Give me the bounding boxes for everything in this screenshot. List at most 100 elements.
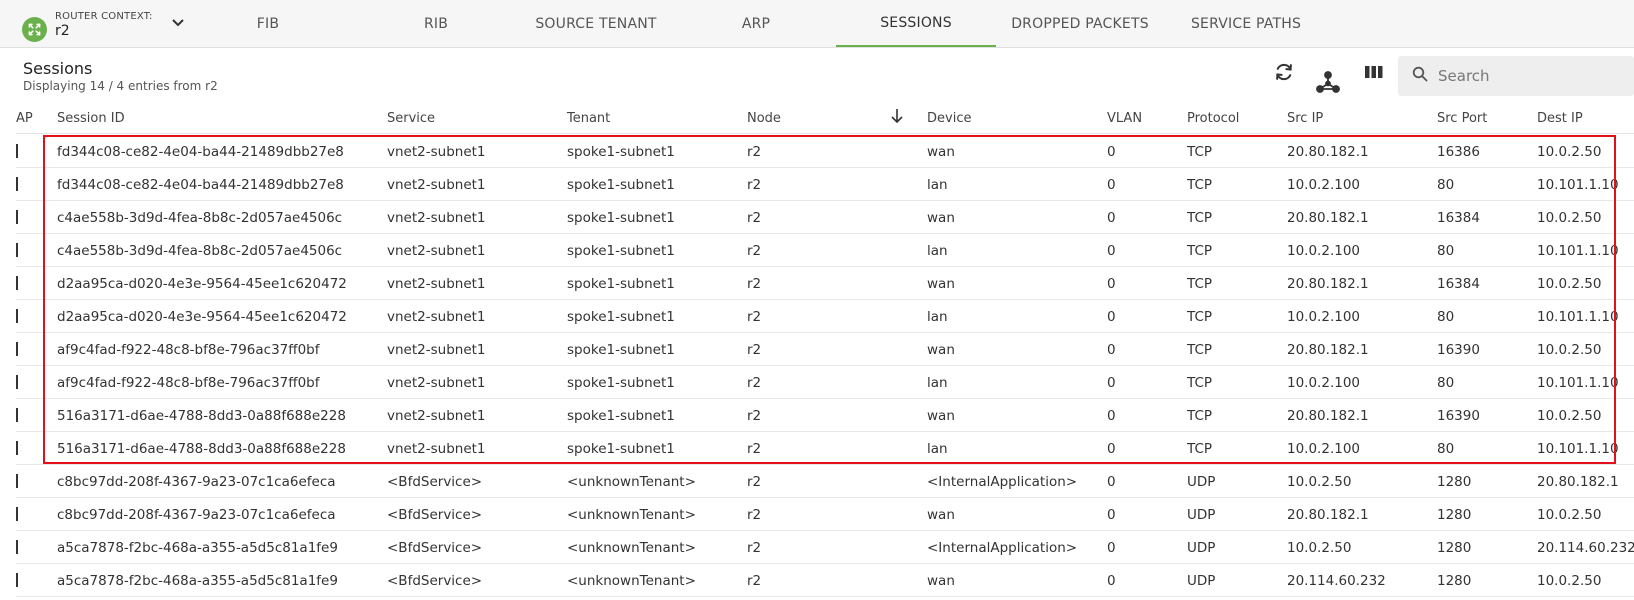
table-row[interactable]: d2aa95ca-d020-4e3e-9564-45ee1c620472 vnet…	[16, 267, 1634, 300]
table-row[interactable]: af9c4fad-f922-48c8-bf8e-796ac37ff0bf vnet…	[16, 366, 1634, 399]
cell-src-port: 1280	[1437, 573, 1472, 589]
table-row[interactable]: a5ca7878-f2bc-468a-a355-a5d5c81a1fe9 <Bfd…	[16, 564, 1634, 597]
cell-tenant: spoke1-subnet1	[567, 408, 675, 424]
cell-node: r2	[747, 210, 762, 226]
cell-session-id: a5ca7878-f2bc-468a-a355-a5d5c81a1fe9	[57, 573, 338, 589]
cell-vlan: 0	[1107, 309, 1116, 325]
cell-dest-ip: 10.101.1.10	[1537, 375, 1619, 391]
table-row[interactable]: fd344c08-ce82-4e04-ba44-21489dbb27e8 vnet…	[16, 168, 1634, 201]
cell-session-id: af9c4fad-f922-48c8-bf8e-796ac37ff0bf	[57, 375, 320, 391]
tab-rib[interactable]: RIB	[380, 0, 492, 47]
router-context-selector[interactable]: ROUTER CONTEXT: r2	[22, 6, 185, 44]
cell-src-ip: 10.0.2.50	[1287, 474, 1352, 490]
column-header-vlan[interactable]: VLAN	[1107, 111, 1142, 126]
cell-service: vnet2-subnet1	[387, 276, 486, 292]
cell-device: <InternalApplication>	[927, 474, 1078, 490]
column-header-dest-ip[interactable]: Dest IP	[1537, 111, 1583, 126]
cell-protocol: TCP	[1187, 408, 1213, 424]
cell-src-port: 16386	[1437, 144, 1480, 160]
page-title: Sessions	[23, 59, 93, 78]
columns-button[interactable]	[1360, 60, 1388, 88]
cell-tenant: spoke1-subnet1	[567, 177, 675, 193]
cell-device: wan	[927, 144, 955, 160]
refresh-button[interactable]	[1270, 60, 1298, 88]
cell-node: r2	[747, 441, 762, 457]
cell-device: lan	[927, 243, 948, 259]
cell-service: vnet2-subnet1	[387, 408, 486, 424]
cell-vlan: 0	[1107, 441, 1116, 457]
table-row[interactable]: c4ae558b-3d9d-4fea-8b8c-2d057ae4506c vnet…	[16, 201, 1634, 234]
table-row[interactable]: c8bc97dd-208f-4367-9a23-07c1ca6efeca <Bfd…	[16, 498, 1634, 531]
cell-dest-ip: 20.80.182.1	[1537, 474, 1619, 490]
cell-dest-ip: 10.101.1.10	[1537, 177, 1619, 193]
topology-button[interactable]	[1314, 70, 1342, 98]
cell-dest-ip: 10.0.2.50	[1537, 342, 1602, 358]
cell-protocol: UDP	[1187, 507, 1216, 523]
cell-src-port: 1280	[1437, 507, 1472, 523]
column-header-service[interactable]: Service	[387, 111, 435, 126]
tab-sessions[interactable]: SESSIONS	[836, 0, 996, 47]
cell-tenant: spoke1-subnet1	[567, 441, 675, 457]
cell-device: lan	[927, 441, 948, 457]
cell-protocol: TCP	[1187, 276, 1213, 292]
tab-fib[interactable]: FIB	[218, 0, 318, 47]
cell-device: wan	[927, 573, 955, 589]
column-header-node[interactable]: Node	[747, 111, 781, 126]
table-row[interactable]: d2aa95ca-d020-4e3e-9564-45ee1c620472 vnet…	[16, 300, 1634, 333]
cell-tenant: <unknownTenant>	[567, 540, 696, 556]
cell-node: r2	[747, 177, 762, 193]
cell-vlan: 0	[1107, 144, 1116, 160]
table-row[interactable]: 516a3171-d6ae-4788-8dd3-0a88f688e228 vnet…	[16, 432, 1634, 465]
cell-vlan: 0	[1107, 276, 1116, 292]
cell-protocol: TCP	[1187, 177, 1213, 193]
tab-source-tenant[interactable]: SOURCE TENANT	[520, 0, 672, 47]
cell-protocol: TCP	[1187, 441, 1213, 457]
cell-session-id: fd344c08-ce82-4e04-ba44-21489dbb27e8	[57, 177, 344, 193]
column-header-partial[interactable]: AP	[16, 111, 33, 126]
cell-service: vnet2-subnet1	[387, 177, 486, 193]
chevron-down-icon[interactable]	[171, 13, 185, 32]
cell-dest-ip: 10.0.2.50	[1537, 144, 1602, 160]
cell-node: r2	[747, 573, 762, 589]
column-header-src-ip[interactable]: Src IP	[1287, 111, 1323, 126]
cell-vlan: 0	[1107, 540, 1116, 556]
table-row[interactable]: fd344c08-ce82-4e04-ba44-21489dbb27e8 vnet…	[16, 135, 1634, 168]
cell-service: vnet2-subnet1	[387, 309, 486, 325]
table-row[interactable]: 516a3171-d6ae-4788-8dd3-0a88f688e228 vnet…	[16, 399, 1634, 432]
tab-dropped-packets[interactable]: DROPPED PACKETS	[1000, 0, 1160, 47]
column-header-tenant[interactable]: Tenant	[567, 111, 610, 126]
cell-session-id: a5ca7878-f2bc-468a-a355-a5d5c81a1fe9	[57, 540, 338, 556]
cell-dest-ip: 10.101.1.10	[1537, 309, 1619, 325]
search-icon	[1412, 66, 1428, 86]
cell-dest-ip: 10.0.2.50	[1537, 210, 1602, 226]
table-row[interactable]: a5ca7878-f2bc-468a-a355-a5d5c81a1fe9 <Bfd…	[16, 531, 1634, 564]
table-row[interactable]: c4ae558b-3d9d-4fea-8b8c-2d057ae4506c vnet…	[16, 234, 1634, 267]
sort-down-icon[interactable]	[890, 108, 904, 128]
cell-vlan: 0	[1107, 408, 1116, 424]
column-header-device[interactable]: Device	[927, 111, 971, 126]
cell-protocol: UDP	[1187, 474, 1216, 490]
column-header-src-port[interactable]: Src Port	[1437, 111, 1487, 126]
cell-src-port: 80	[1437, 177, 1455, 193]
table-row[interactable]: c8bc97dd-208f-4367-9a23-07c1ca6efeca <Bfd…	[16, 465, 1634, 498]
cell-src-port: 16384	[1437, 276, 1480, 292]
cell-protocol: TCP	[1187, 243, 1213, 259]
tab-arp[interactable]: ARP	[700, 0, 812, 47]
cell-session-id: 516a3171-d6ae-4788-8dd3-0a88f688e228	[57, 441, 346, 457]
table-row[interactable]: af9c4fad-f922-48c8-bf8e-796ac37ff0bf vnet…	[16, 333, 1634, 366]
cell-device: wan	[927, 276, 955, 292]
tab-service-paths[interactable]: SERVICE PATHS	[1178, 0, 1314, 47]
search-input[interactable]	[1438, 67, 1618, 85]
cell-src-ip: 10.0.2.50	[1287, 540, 1352, 556]
cell-session-id: af9c4fad-f922-48c8-bf8e-796ac37ff0bf	[57, 342, 320, 358]
search-box[interactable]	[1398, 56, 1634, 96]
column-header-protocol[interactable]: Protocol	[1187, 111, 1239, 126]
cell-node: r2	[747, 408, 762, 424]
cell-tenant: <unknownTenant>	[567, 474, 696, 490]
cell-vlan: 0	[1107, 573, 1116, 589]
column-header-session-id[interactable]: Session ID	[57, 111, 125, 126]
cell-vlan: 0	[1107, 243, 1116, 259]
cell-node: r2	[747, 342, 762, 358]
cell-node: r2	[747, 507, 762, 523]
cell-vlan: 0	[1107, 342, 1116, 358]
